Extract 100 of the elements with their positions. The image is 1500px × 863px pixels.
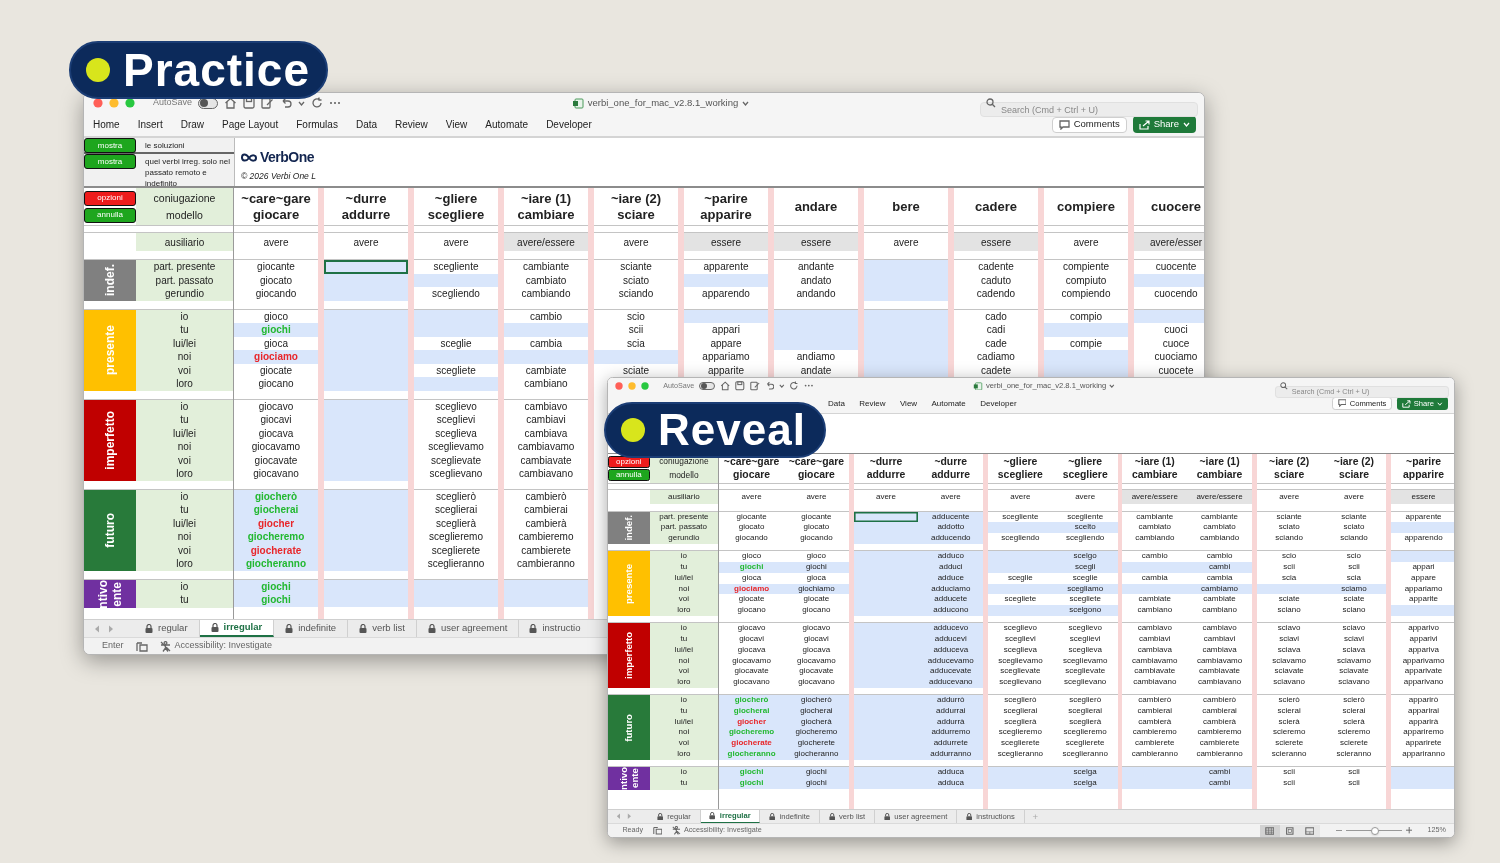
sheet-tab[interactable]: irregular	[199, 620, 275, 637]
table-cell: adducete	[918, 594, 984, 606]
ribbon-tab[interactable]: Review	[395, 117, 428, 132]
row-label: tu	[679, 705, 689, 717]
zoom-level[interactable]: 125%	[1427, 825, 1446, 836]
zoom-slider[interactable]	[1346, 829, 1403, 832]
ribbon-tab[interactable]: Developer	[980, 397, 1017, 410]
edit-icon[interactable]	[261, 97, 275, 109]
more-icon[interactable]	[329, 101, 342, 105]
row-label: voi	[177, 363, 192, 377]
mode-badge: Reveal	[604, 402, 826, 458]
undo-icon[interactable]	[764, 381, 775, 391]
ribbon-tab[interactable]: Page Layout	[222, 117, 279, 132]
table-cell: giocheranno	[784, 749, 849, 760]
ribbon-tab[interactable]: Review	[859, 397, 886, 410]
accessibility-status[interactable]: Accessibility: Investigate	[683, 825, 762, 836]
accessibility-status[interactable]: Accessibility: Investigate	[174, 639, 273, 653]
ribbon-tab[interactable]: Data	[355, 117, 378, 132]
table-cell: adduco	[918, 551, 984, 562]
edit-icon[interactable]	[749, 381, 760, 391]
accessibility-icon[interactable]	[671, 826, 681, 835]
section-label: indef.	[623, 514, 635, 541]
ribbon-tab[interactable]: Automate	[931, 397, 966, 410]
table-cell: addurremo	[918, 727, 984, 739]
row-label: tu	[179, 413, 190, 427]
caret-icon[interactable]	[742, 100, 750, 106]
ribbon-tab[interactable]: View	[899, 397, 918, 410]
table-cell: giocheremo	[784, 727, 849, 739]
table-cell: giocheremo	[719, 727, 784, 739]
ribbon-tab[interactable]: Data	[828, 397, 845, 410]
row-label: coniugazione	[658, 455, 710, 469]
column-header: ~gliere scegliere	[427, 190, 485, 223]
redo-icon[interactable]	[311, 97, 324, 109]
macro-icon[interactable]	[135, 640, 148, 652]
caret-icon[interactable]	[1109, 384, 1116, 388]
ribbon-tab[interactable]: Automate	[485, 117, 529, 132]
search-field[interactable]: Search (Cmd + Ctrl + U)	[1274, 385, 1450, 398]
column-header: ~iare (2) sciare	[1333, 455, 1374, 482]
options-button[interactable]: opzioni	[84, 190, 136, 206]
table-cell: giociamo	[719, 583, 784, 595]
zoom-in-icon[interactable]	[1406, 827, 1413, 834]
logo-text: VerbOne	[260, 148, 315, 167]
ribbon-tab[interactable]: Draw	[180, 117, 205, 132]
caret-icon[interactable]	[779, 384, 785, 388]
home-icon[interactable]	[719, 381, 731, 391]
sheet-tab[interactable]: instructio	[519, 620, 581, 637]
dot-icon	[85, 57, 111, 83]
close-button[interactable]	[93, 98, 103, 108]
column-header: ~care~gare giocare	[241, 190, 311, 223]
view-button[interactable]	[1259, 824, 1280, 837]
table-cell: essere	[954, 233, 1038, 251]
zoom-out-icon[interactable]	[1335, 829, 1343, 832]
ribbon-tab[interactable]: Formulas	[296, 117, 338, 132]
view-button[interactable]	[1279, 824, 1300, 837]
row-label: voi	[177, 453, 192, 467]
option-text: le soluzioni	[144, 140, 185, 151]
table-cell: sciamo	[1321, 583, 1387, 595]
column-header: ~care~gare giocare	[788, 455, 845, 482]
redo-icon[interactable]	[789, 381, 800, 391]
toggle-switch[interactable]	[699, 381, 716, 391]
table-cell: adduceva	[918, 644, 984, 656]
section-label: presente	[103, 325, 117, 375]
grid-icon	[1264, 826, 1275, 835]
autosave-label: AutoSave	[663, 380, 695, 392]
table-cell: addurrò	[918, 695, 984, 706]
macro-icon[interactable]	[652, 826, 663, 835]
ribbon-tab[interactable]: View	[445, 117, 468, 132]
more-icon[interactable]	[803, 384, 814, 388]
row-label: tu	[679, 777, 689, 789]
row-label: voi	[177, 543, 192, 557]
row-label: part. presente	[658, 511, 710, 523]
home-icon[interactable]	[224, 97, 238, 109]
table-cell: scelga	[1052, 777, 1118, 789]
column-header: ~parire apparire	[1403, 455, 1445, 482]
search-field[interactable]: Search (Cmd + Ctrl + U)	[980, 102, 1198, 117]
minimize-button[interactable]	[109, 98, 119, 108]
table-cell: giochi	[234, 593, 318, 607]
row-label: lui/lei	[673, 572, 694, 584]
row-label: lui/lei	[172, 516, 197, 530]
undo-icon[interactable]	[280, 97, 293, 109]
column-header: ~iare (1) cambiare	[517, 190, 575, 223]
save-icon[interactable]	[735, 381, 745, 391]
view-button[interactable]	[1299, 824, 1320, 837]
slider-thumb[interactable]	[1371, 826, 1380, 835]
ribbon-tab[interactable]: Developer	[546, 117, 592, 132]
table-cell: giochi	[719, 767, 784, 778]
ribbon-tab[interactable]: Home	[93, 117, 120, 132]
table-cell: cambi	[1187, 767, 1252, 778]
row-label: noi	[677, 583, 691, 595]
table-cell: giocherete	[784, 738, 849, 750]
row-label: loro	[676, 749, 692, 760]
table-cell: giocheranno	[234, 557, 318, 571]
row-label: gerundio	[667, 533, 701, 544]
accessibility-icon[interactable]	[159, 640, 171, 652]
zoom-button[interactable]	[125, 98, 135, 108]
infinity-icon	[241, 152, 257, 163]
table-cell: giocher	[719, 716, 784, 728]
caret-icon[interactable]	[298, 100, 306, 106]
table-cell: adduciamo	[918, 583, 984, 595]
ribbon-tab[interactable]: Insert	[137, 117, 163, 132]
